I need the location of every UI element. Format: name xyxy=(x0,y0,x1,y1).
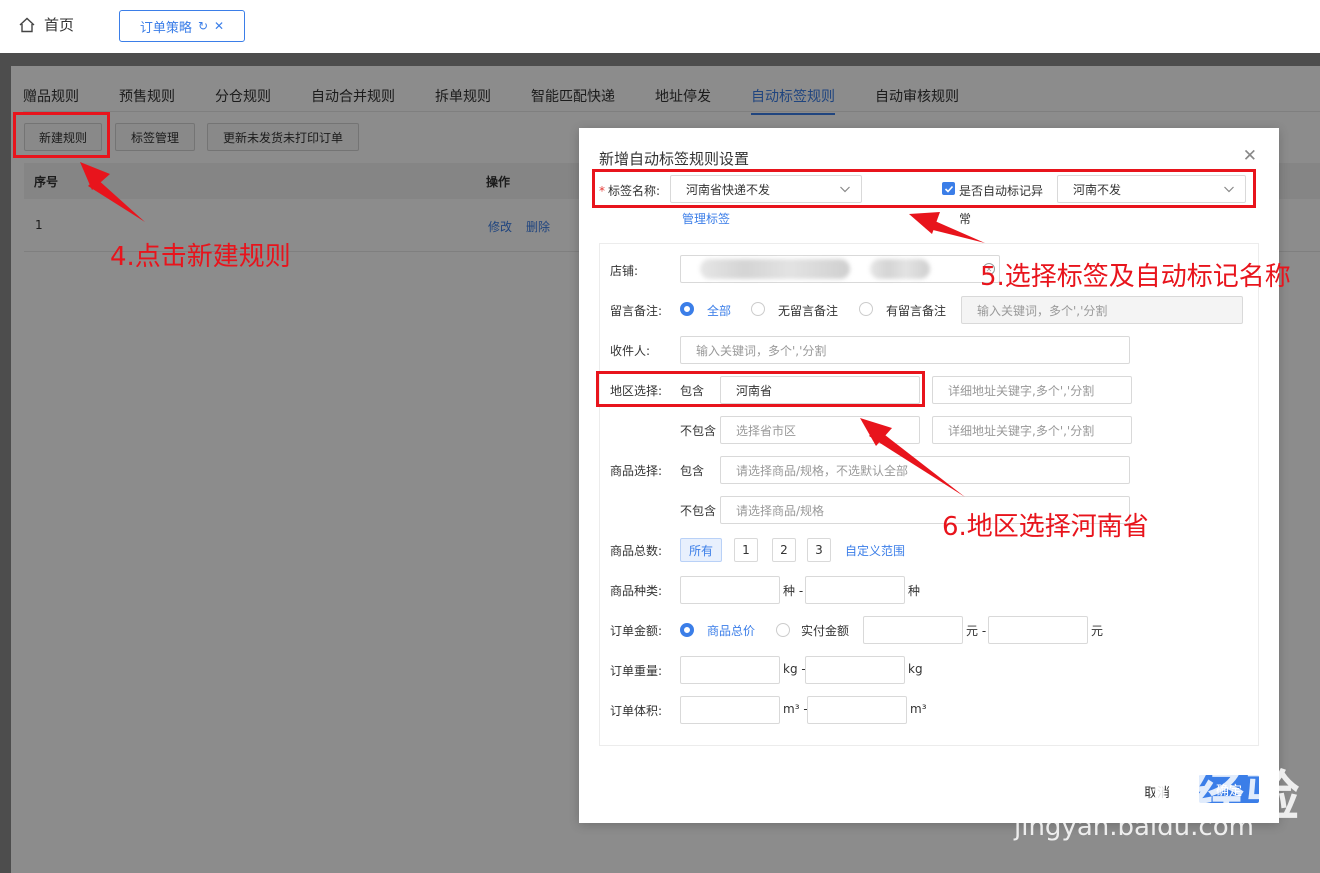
volume-min-input[interactable] xyxy=(680,696,780,724)
unit-kind: 种 - xyxy=(783,584,804,598)
unit-kg: kg - xyxy=(783,662,806,676)
annotation-step5: 5.选择标签及自动标记名称 xyxy=(980,262,1291,292)
annotation-box-tag-name xyxy=(592,169,1256,208)
order-volume-label: 订单体积: xyxy=(610,704,663,718)
remark-keyword-input[interactable]: 输入关键词，多个','分割 xyxy=(961,296,1243,324)
order-weight-label: 订单重量: xyxy=(610,664,663,678)
goods-total-3-button[interactable]: 3 xyxy=(807,538,831,562)
remark-option-none[interactable]: 无留言备注 xyxy=(778,302,838,319)
manage-tags-link[interactable]: 管理标签 xyxy=(682,210,730,227)
home-label: 首页 xyxy=(44,16,75,34)
goods-include-select[interactable]: 请选择商品/规格，不选默认全部 xyxy=(720,456,1130,484)
region-exclude-addr-input[interactable]: 详细地址关键字,多个','分割 xyxy=(932,416,1132,444)
order-amount-label: 订单金额: xyxy=(610,624,663,638)
region-include-addr-input[interactable]: 详细地址关键字,多个','分割 xyxy=(932,376,1132,404)
amount-radio-paid[interactable] xyxy=(776,623,790,637)
weight-max-input[interactable] xyxy=(805,656,905,684)
unit-kind-max: 种 xyxy=(908,584,921,598)
amount-option-paid[interactable]: 实付金额 xyxy=(801,622,849,639)
goods-label: 商品选择: xyxy=(610,464,663,478)
remark-label: 留言备注: xyxy=(610,304,663,318)
goods-kinds-label: 商品种类: xyxy=(610,584,663,598)
goods-total-label: 商品总数: xyxy=(610,544,663,558)
blurred-shop-name xyxy=(870,259,930,279)
remark-radio-none[interactable] xyxy=(751,302,765,316)
blurred-shop-name xyxy=(700,259,850,279)
goods-kinds-max-input[interactable] xyxy=(805,576,905,604)
close-icon[interactable]: ✕ xyxy=(214,19,224,33)
goods-total-2-button[interactable]: 2 xyxy=(772,538,796,562)
goods-total-1-button[interactable]: 1 xyxy=(734,538,758,562)
refresh-icon[interactable]: ↻ xyxy=(198,19,208,33)
remark-radio-all[interactable] xyxy=(680,302,694,316)
unit-yuan: 元 - xyxy=(966,624,987,638)
annotation-step4: 4.点击新建规则 xyxy=(110,242,291,272)
amount-max-input[interactable] xyxy=(988,616,1088,644)
receiver-keyword-input[interactable]: 输入关键词，多个','分割 xyxy=(680,336,1130,364)
home-icon xyxy=(19,17,35,32)
unit-m3-max: m³ xyxy=(910,702,927,716)
amount-min-input[interactable] xyxy=(863,616,963,644)
unit-kg-max: kg xyxy=(908,662,923,676)
annotation-box-new-rule xyxy=(13,112,110,158)
remark-option-all[interactable]: 全部 xyxy=(707,302,731,319)
goods-include-label: 包含 xyxy=(680,464,705,478)
open-tab-label: 订单策略 xyxy=(139,20,192,36)
close-icon[interactable]: ✕ xyxy=(1243,146,1257,166)
open-tab-order-strategy[interactable]: 订单策略 ↻ ✕ xyxy=(119,10,245,42)
goods-total-all-button[interactable]: 所有 xyxy=(680,538,722,562)
remark-radio-has[interactable] xyxy=(859,302,873,316)
region-exclude-label: 不包含 xyxy=(680,424,717,438)
annotation-box-region xyxy=(596,371,925,407)
auto-mark-label-cont: 常 xyxy=(959,212,972,226)
region-exclude-select[interactable]: 选择省市区 xyxy=(720,416,920,444)
annotation-step6: 6.地区选择河南省 xyxy=(942,512,1149,542)
amount-option-goods-total[interactable]: 商品总价 xyxy=(707,622,755,639)
new-tag-rule-dialog: 新增自动标签规则设置 ✕ * 标签名称: 河南省快递不发 管理标签 是否自动标记异… xyxy=(579,128,1279,823)
volume-max-input[interactable] xyxy=(807,696,907,724)
amount-radio-goods-total[interactable] xyxy=(680,623,694,637)
goods-exclude-label: 不包含 xyxy=(680,504,717,518)
home-link[interactable]: 首页 xyxy=(18,14,74,35)
unit-m3: m³ - xyxy=(783,702,808,716)
shop-label: 店铺: xyxy=(610,264,639,278)
dialog-title: 新增自动标签规则设置 xyxy=(599,150,750,168)
watermark-url: jingyan.baidu.com xyxy=(1014,812,1254,842)
receiver-label: 收件人: xyxy=(610,344,651,358)
custom-range-link[interactable]: 自定义范围 xyxy=(845,542,905,559)
filter-conditions-panel: 店铺: ✕ 留言备注: 全部 无留言备注 有留言备注 输入关键词，多个','分割… xyxy=(599,243,1259,746)
unit-yuan-max: 元 xyxy=(1091,624,1104,638)
remark-option-has[interactable]: 有留言备注 xyxy=(886,302,946,319)
top-bar: 首页 订单策略 ↻ ✕ xyxy=(0,0,1320,53)
goods-kinds-min-input[interactable] xyxy=(680,576,780,604)
weight-min-input[interactable] xyxy=(680,656,780,684)
